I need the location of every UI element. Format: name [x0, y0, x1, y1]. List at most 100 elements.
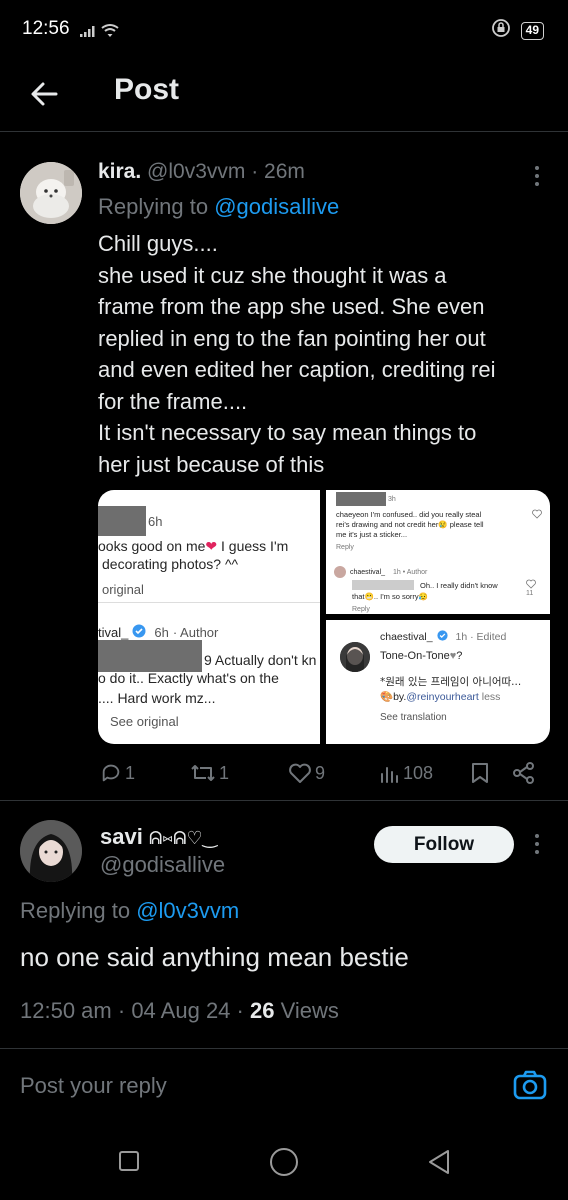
author-name: chaestival_: [380, 631, 433, 643]
system-navigation-bar: [0, 1130, 568, 1200]
replying-to: Replying to @godisallive: [98, 194, 339, 220]
share-button[interactable]: [512, 762, 536, 784]
comment-time: 6h: [148, 514, 163, 529]
media-image-top-right[interactable]: 3h chaeyeon I'm confused.. did you reall…: [326, 490, 550, 614]
sad-emoji-icon: 😥: [418, 592, 428, 601]
reply-line: o do it.. Exactly what's on the: [98, 670, 279, 686]
like-count: 9: [315, 762, 326, 783]
author-name[interactable]: savi: [100, 824, 143, 849]
status-right: 49: [491, 18, 544, 43]
reply-line: 9 Actually don't kn: [204, 652, 317, 668]
back-nav-button[interactable]: [426, 1148, 452, 1181]
redaction-bar: [352, 580, 414, 590]
arrow-left-icon: [31, 82, 58, 106]
tweet-line: replied in eng to the fan pointing her o…: [98, 325, 486, 351]
like-button[interactable]: 9: [288, 762, 325, 784]
heart-icon: [289, 763, 311, 783]
divider: [98, 602, 320, 603]
reply-line: Oh.. I really didn't know: [420, 581, 498, 590]
back-button[interactable]: [26, 74, 66, 114]
redaction-bar: [98, 640, 202, 672]
comment-line: decorating photos? ^^: [102, 556, 239, 572]
author-handle[interactable]: @l0v3vvm: [147, 160, 245, 183]
avatar[interactable]: [20, 820, 82, 882]
lock-rotation-icon: [491, 18, 511, 43]
replying-prefix: Replying to: [98, 194, 215, 219]
tweet-header: kira. @l0v3vvm · 26m: [98, 160, 305, 184]
reply-input[interactable]: Post your reply: [20, 1073, 167, 1099]
see-original-link: original: [102, 582, 144, 597]
author-tag: · Author: [172, 625, 219, 640]
triangle-back-icon: [429, 1150, 449, 1174]
reply-button[interactable]: 1: [100, 762, 135, 784]
author-meta: 1h • Author: [392, 569, 428, 576]
media-grid[interactable]: 6h ooks good on me❤ I guess I'm decorati…: [98, 490, 550, 744]
home-button[interactable]: [268, 1146, 300, 1183]
tweet-line: Chill guys....: [98, 231, 218, 256]
status-bar: 12:56 49: [0, 0, 568, 60]
author-name: chaestival_: [350, 569, 386, 576]
name-decoration: ᕱ⑅ᕱ♡‿: [148, 828, 218, 849]
comment-line: *원래 있는 프레임이 아니어따...: [380, 676, 522, 688]
reply-line: .... Hard work mz...: [98, 690, 216, 706]
author-row: tival_ 6h · Author: [98, 624, 218, 641]
bookmark-button[interactable]: [470, 762, 490, 784]
retweet-button[interactable]: 1: [190, 762, 229, 784]
reply-composer: Post your reply: [0, 1048, 568, 1130]
like-count: 11: [526, 590, 534, 597]
author-row: chaestival_ 1h • Author: [350, 569, 427, 576]
heart-outline-icon: [532, 506, 542, 524]
replying-to: Replying to @l0v3vvm: [20, 898, 239, 924]
replying-prefix: Replying to: [20, 898, 137, 923]
page-title: Post: [114, 73, 180, 106]
author-name: tival_: [98, 625, 129, 640]
retweet-count: 1: [219, 762, 230, 783]
divider: [0, 800, 568, 801]
author-row: chaestival_ 1h · Edited: [380, 630, 506, 644]
tweet-text: no one said anything mean bestie: [20, 942, 409, 972]
avatar[interactable]: [20, 162, 82, 224]
tweet-line: frame from the app she used. She even: [98, 294, 485, 319]
avatar: [334, 566, 346, 578]
avatar: [340, 642, 370, 672]
views-count: 108: [403, 762, 434, 783]
tweet-line: she used it cuz she thought it was a: [98, 262, 447, 288]
more-options-icon[interactable]: [530, 164, 544, 188]
tweet-line: It isn't necessary to say mean things to: [98, 420, 477, 445]
author-handle[interactable]: @godisallive: [100, 852, 225, 878]
views-button[interactable]: 108: [378, 762, 433, 784]
views-label: Views: [274, 998, 339, 1023]
signal-icon: [78, 22, 122, 45]
palette-emoji-icon: 🎨: [380, 691, 394, 703]
grimace-emoji-icon: 😬: [364, 592, 374, 601]
square-icon: [119, 1151, 139, 1171]
author-name[interactable]: kira.: [98, 160, 141, 183]
tweet-line: for the frame....: [98, 388, 248, 414]
follow-button[interactable]: Follow: [374, 826, 514, 863]
media-image-bottom-right[interactable]: chaestival_ 1h · Edited Tone-On-Tone♥? *…: [326, 620, 550, 744]
views-count: 26: [250, 998, 275, 1023]
media-image-left[interactable]: 6h ooks good on me❤ I guess I'm decorati…: [98, 490, 320, 744]
crying-emoji-icon: 😢: [438, 520, 448, 529]
more-options-icon[interactable]: [530, 832, 544, 856]
share-icon: [513, 762, 534, 784]
comment-line: Tone-On-Tone♥?: [380, 650, 463, 662]
reply-icon: [102, 764, 120, 782]
status-time: 12:56: [22, 18, 70, 39]
circle-icon: [270, 1148, 298, 1176]
replying-to-link[interactable]: @l0v3vvm: [136, 898, 239, 923]
verified-icon: [132, 624, 146, 641]
reply-link: Reply: [352, 606, 370, 613]
replying-to-link[interactable]: @godisallive: [214, 194, 339, 219]
camera-icon[interactable]: [512, 1069, 548, 1106]
comment-line: chaeyeon I'm confused.. did you really s…: [336, 510, 482, 519]
recents-button[interactable]: [118, 1150, 140, 1177]
comment-time: 3h: [388, 496, 396, 503]
reply-text: .. I'm so sorry: [373, 592, 419, 601]
action-bar: 1 1 9 108: [98, 758, 538, 788]
heart-emoji-icon: ❤: [205, 538, 218, 554]
top-app-bar: Post: [0, 60, 568, 132]
tweet-line: and even edited her caption, crediting r…: [98, 357, 496, 382]
reply-text: that: [352, 592, 365, 601]
tweet-meta: 12:50 am · 04 Aug 24 · 26 Views: [20, 998, 339, 1023]
